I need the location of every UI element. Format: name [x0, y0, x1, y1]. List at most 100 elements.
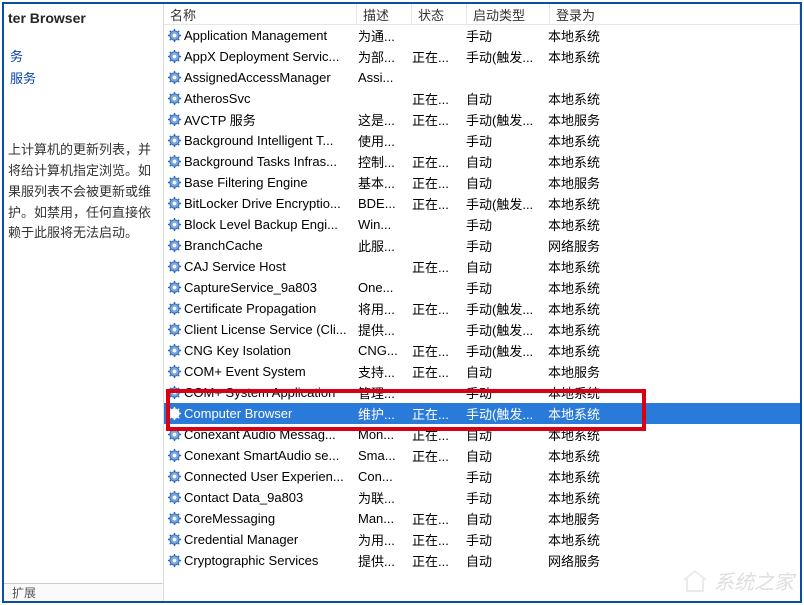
service-description: 将用... — [352, 299, 406, 318]
service-description: 提供... — [352, 551, 406, 570]
service-description: 维护... — [352, 404, 406, 423]
column-status[interactable]: 状态 — [412, 4, 467, 24]
service-startup: 手动 — [460, 26, 542, 45]
gear-icon — [166, 553, 182, 569]
service-name: Base Filtering Engine — [184, 175, 308, 190]
gear-icon — [166, 490, 182, 506]
service-row[interactable]: AssignedAccessManagerAssi... — [164, 67, 800, 88]
gear-icon — [166, 322, 182, 338]
service-row[interactable]: Block Level Backup Engi...Win...手动本地系统 — [164, 214, 800, 235]
sidebar-link-stop[interactable]: 务 — [10, 46, 159, 68]
service-startup: 手动 — [460, 530, 542, 549]
services-window: ter Browser 务 服务 上计算机的更新列表，并将给计算机指定浏览。如果… — [2, 2, 802, 603]
service-logon: 本地系统 — [542, 194, 800, 213]
service-logon: 本地系统 — [542, 488, 800, 507]
column-logon[interactable]: 登录为 — [550, 4, 800, 24]
gear-icon — [166, 28, 182, 44]
service-row[interactable]: COM+ System Application管理...手动本地系统 — [164, 382, 800, 403]
service-description: 为联... — [352, 488, 406, 507]
service-row[interactable]: COM+ Event System支持...正在...自动本地服务 — [164, 361, 800, 382]
service-name: Background Tasks Infras... — [184, 154, 337, 169]
service-row[interactable]: Certificate Propagation将用...正在...手动(触发..… — [164, 298, 800, 319]
service-row[interactable]: CaptureService_9a803One...手动本地系统 — [164, 277, 800, 298]
service-row[interactable]: Connected User Experien...Con...手动本地系统 — [164, 466, 800, 487]
gear-icon — [166, 280, 182, 296]
gear-icon — [166, 385, 182, 401]
service-row[interactable]: Application Management为通...手动本地系统 — [164, 25, 800, 46]
view-tab-strip[interactable]: 扩展 — [4, 583, 163, 601]
service-row[interactable]: AVCTP 服务这是...正在...手动(触发...本地服务 — [164, 109, 800, 130]
service-startup: 自动 — [460, 551, 542, 570]
service-status: 正在... — [406, 173, 460, 192]
service-description: 提供... — [352, 320, 406, 339]
service-row[interactable]: Conexant SmartAudio se...Sma...正在...自动本地… — [164, 445, 800, 466]
service-logon: 本地系统 — [542, 446, 800, 465]
service-startup: 手动(触发... — [460, 299, 542, 318]
service-row[interactable]: Computer Browser维护...正在...手动(触发...本地系统 — [164, 403, 800, 424]
service-row[interactable]: BitLocker Drive Encryptio...BDE...正在...手… — [164, 193, 800, 214]
sidebar-link-restart[interactable]: 服务 — [10, 68, 159, 90]
service-description: 这是... — [352, 110, 406, 129]
gear-icon — [166, 154, 182, 170]
column-startup[interactable]: 启动类型 — [467, 4, 550, 24]
service-description: 基本... — [352, 173, 406, 192]
gear-icon — [166, 448, 182, 464]
service-name: Conexant SmartAudio se... — [184, 448, 339, 463]
service-description: Con... — [352, 469, 406, 484]
service-row[interactable]: AtherosSvc正在...自动本地系统 — [164, 88, 800, 109]
column-description[interactable]: 描述 — [357, 4, 412, 24]
service-startup: 手动 — [460, 236, 542, 255]
gear-icon — [166, 343, 182, 359]
service-logon: 网络服务 — [542, 551, 800, 570]
gear-icon — [166, 259, 182, 275]
service-description: 使用... — [352, 131, 406, 150]
service-logon: 本地系统 — [542, 404, 800, 423]
service-row[interactable]: Conexant Audio Messag...Mon...正在...自动本地系… — [164, 424, 800, 445]
service-status: 正在... — [406, 257, 460, 276]
service-description: BDE... — [352, 196, 406, 211]
column-headers[interactable]: 名称 描述 状态 启动类型 登录为 — [164, 4, 800, 25]
service-row[interactable]: Cryptographic Services提供...正在...自动网络服务 — [164, 550, 800, 571]
service-logon: 本地系统 — [542, 425, 800, 444]
service-name: CNG Key Isolation — [184, 343, 291, 358]
service-logon: 本地系统 — [542, 257, 800, 276]
selected-service-description: 上计算机的更新列表，并将给计算机指定浏览。如果服列表不会被更新或维护。如禁用，任… — [8, 140, 159, 244]
service-row[interactable]: CNG Key IsolationCNG...正在...手动(触发...本地系统 — [164, 340, 800, 361]
service-row[interactable]: Background Intelligent T...使用...手动本地系统 — [164, 130, 800, 151]
service-name: Contact Data_9a803 — [184, 490, 303, 505]
service-startup: 自动 — [460, 362, 542, 381]
service-row[interactable]: AppX Deployment Servic...为部...正在...手动(触发… — [164, 46, 800, 67]
service-startup: 自动 — [460, 425, 542, 444]
service-row[interactable]: CAJ Service Host正在...自动本地系统 — [164, 256, 800, 277]
service-row[interactable]: Base Filtering Engine基本...正在...自动本地服务 — [164, 172, 800, 193]
service-name: Block Level Backup Engi... — [184, 217, 338, 232]
gear-icon — [166, 469, 182, 485]
rows-container: Application Management为通...手动本地系统 AppX D… — [164, 25, 800, 571]
service-status: 正在... — [406, 362, 460, 381]
service-description: CNG... — [352, 343, 406, 358]
service-name: AppX Deployment Servic... — [184, 49, 339, 64]
service-row[interactable]: Client License Service (Cli...提供...手动(触发… — [164, 319, 800, 340]
service-startup: 手动 — [460, 488, 542, 507]
service-row[interactable]: Credential Manager为用...正在...手动本地系统 — [164, 529, 800, 550]
service-name: Connected User Experien... — [184, 469, 344, 484]
service-status: 正在... — [406, 194, 460, 213]
service-name: CaptureService_9a803 — [184, 280, 317, 295]
service-name: Conexant Audio Messag... — [184, 427, 336, 442]
service-status: 正在... — [406, 425, 460, 444]
service-row[interactable]: Background Tasks Infras...控制...正在...自动本地… — [164, 151, 800, 172]
service-logon: 本地系统 — [542, 341, 800, 360]
service-description: 为用... — [352, 530, 406, 549]
service-row[interactable]: Contact Data_9a803 为联... 手动本地系统 — [164, 487, 800, 508]
service-logon: 本地服务 — [542, 509, 800, 528]
service-row[interactable]: CoreMessagingMan...正在...自动本地服务 — [164, 508, 800, 529]
service-row[interactable]: BranchCache此服...手动网络服务 — [164, 235, 800, 256]
gear-icon — [166, 217, 182, 233]
service-description: Assi... — [352, 70, 406, 85]
service-logon: 网络服务 — [542, 236, 800, 255]
service-name: COM+ Event System — [184, 364, 306, 379]
service-name: BitLocker Drive Encryptio... — [184, 196, 341, 211]
column-name[interactable]: 名称 — [164, 4, 357, 24]
service-name: CAJ Service Host — [184, 259, 286, 274]
service-logon: 本地服务 — [542, 110, 800, 129]
